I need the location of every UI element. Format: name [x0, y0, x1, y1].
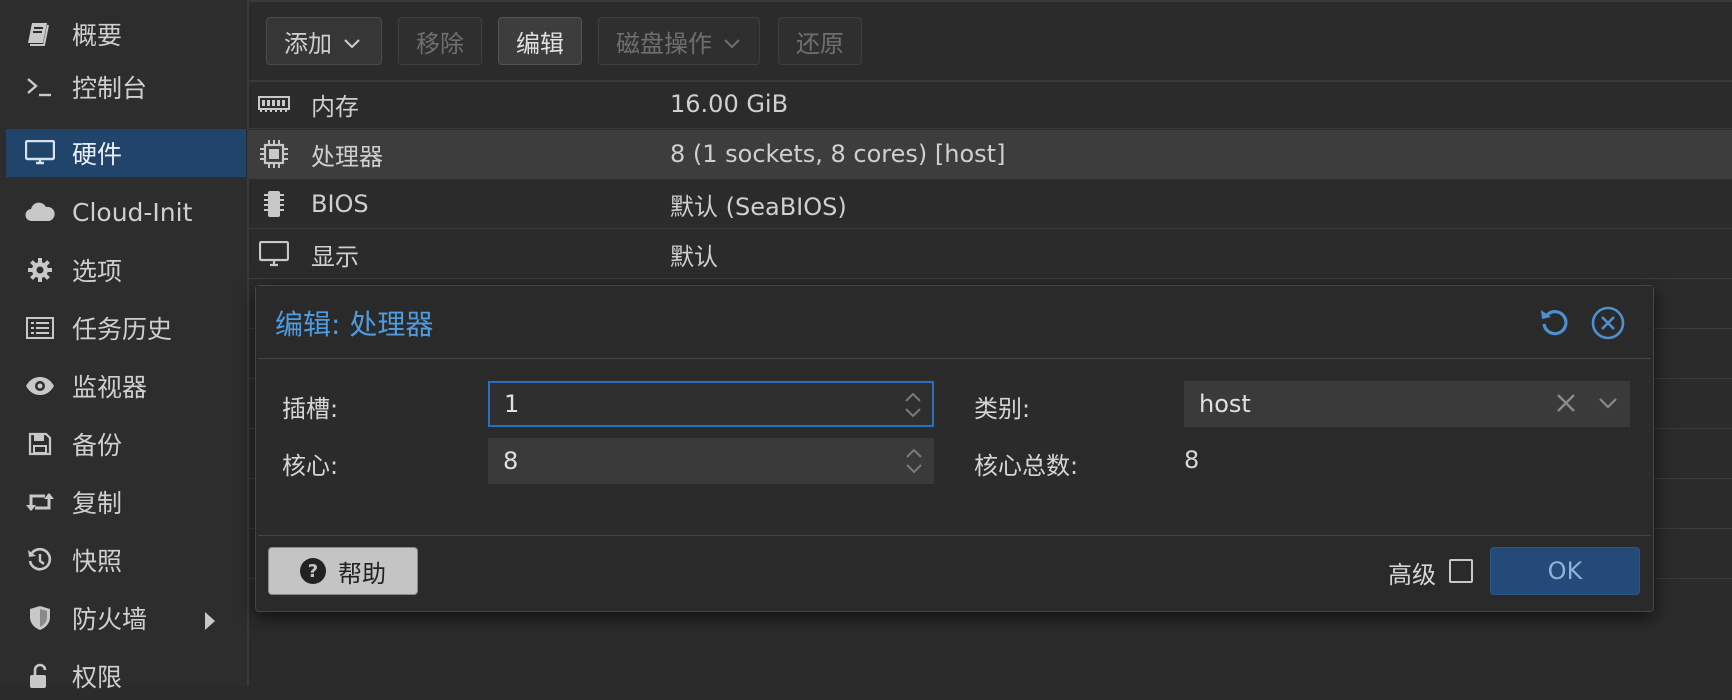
sidebar-item-firewall[interactable]: 防火墙: [6, 594, 246, 642]
revert-button[interactable]: 还原: [778, 17, 862, 65]
row-name: 显示: [311, 242, 359, 271]
row-name: BIOS: [311, 190, 369, 218]
sidebar-item-label: 选项: [72, 257, 123, 286]
dialog-footer: ? 帮助 高级 OK: [256, 535, 1653, 611]
sidebar-item-options[interactable]: 选项: [6, 246, 246, 294]
history-icon: [22, 547, 58, 573]
shield-icon: [22, 605, 58, 631]
ok-label: OK: [1547, 557, 1583, 585]
disk-action-label: 磁盘操作: [616, 29, 712, 58]
cores-input[interactable]: 8: [488, 438, 934, 484]
sidebar-item-label: 控制台: [72, 74, 148, 103]
question-icon: ?: [300, 558, 326, 584]
sidebar-item-label: 快照: [72, 547, 123, 576]
chevron-down-icon[interactable]: [1597, 392, 1619, 420]
sockets-value: 1: [504, 390, 520, 418]
table-row[interactable]: 处理器 8 (1 sockets, 8 cores) [host]: [249, 130, 1732, 179]
cpu-icon: [257, 139, 291, 169]
sidebar-item-hardware[interactable]: 硬件: [6, 129, 246, 177]
sidebar-item-label: 权限: [72, 663, 123, 692]
cpu-type-combobox[interactable]: host: [1184, 381, 1630, 427]
sidebar-item-label: 硬件: [72, 140, 123, 169]
table-row[interactable]: 内存 16.00 GiB: [249, 80, 1732, 129]
reset-icon[interactable]: [1538, 306, 1572, 340]
terminal-icon: [22, 76, 58, 98]
help-button[interactable]: ? 帮助: [268, 547, 418, 595]
advanced-label: 高级: [1388, 561, 1436, 589]
add-button[interactable]: 添加: [266, 17, 382, 65]
add-label: 添加: [284, 29, 332, 58]
total-cores-label: 核心总数:: [974, 452, 1079, 480]
caret-right-icon[interactable]: [204, 608, 216, 637]
sidebar-item-task-history[interactable]: 任务历史: [6, 304, 246, 352]
sidebar-item-console[interactable]: 控制台: [6, 63, 246, 111]
help-label: 帮助: [338, 559, 386, 588]
remove-label: 移除: [416, 29, 464, 58]
dialog-header: 编辑: 处理器: [256, 286, 1653, 358]
sidebar-item-summary[interactable]: 概要: [6, 10, 246, 58]
spinner-icon[interactable]: [902, 389, 924, 421]
sidebar-item-label: 监视器: [72, 373, 148, 402]
type-label: 类别:: [974, 395, 1031, 423]
sockets-label: 插槽:: [282, 395, 339, 423]
table-row[interactable]: 显示 默认: [249, 230, 1732, 279]
retweet-icon: [22, 490, 58, 514]
sidebar-item-cloud-init[interactable]: Cloud-Init: [6, 188, 246, 236]
sidebar-item-label: 备份: [72, 431, 123, 460]
cores-label: 核心:: [282, 452, 339, 480]
book-icon: [22, 21, 58, 47]
gear-icon: [22, 257, 58, 283]
total-cores-value: 8: [1184, 446, 1200, 474]
sockets-input[interactable]: 1: [488, 381, 934, 427]
cloud-icon: [22, 201, 58, 223]
sidebar: 概要 控制台 硬件 Cloud-Init 选项 任务历史 监视器 备份 复制 快…: [0, 0, 249, 692]
sidebar-item-label: 复制: [72, 489, 123, 518]
edit-button[interactable]: 编辑: [498, 17, 582, 65]
close-icon[interactable]: [1591, 306, 1625, 340]
toolbar: 添加 移除 编辑 磁盘操作 还原: [249, 0, 1732, 82]
chevron-down-icon: [724, 27, 740, 55]
desktop-icon: [22, 140, 58, 166]
dialog-title: 编辑: 处理器: [275, 308, 434, 341]
revert-label: 还原: [796, 29, 844, 58]
edit-processor-dialog: 编辑: 处理器 插槽: 1 核心: 8 类别: host 核心总数: 8 ? 帮…: [255, 285, 1654, 612]
table-row[interactable]: BIOS 默认 (SeaBIOS): [249, 180, 1732, 229]
sidebar-item-snapshots[interactable]: 快照: [6, 536, 246, 584]
sidebar-item-label: 概要: [72, 21, 123, 50]
sidebar-item-replication[interactable]: 复制: [6, 478, 246, 526]
remove-button[interactable]: 移除: [398, 17, 482, 65]
cores-value: 8: [503, 447, 519, 475]
chevron-down-icon: [344, 27, 360, 55]
cpu-type-value: host: [1199, 390, 1251, 418]
desktop-icon: [257, 239, 291, 269]
eye-icon: [22, 376, 58, 396]
row-value: 8 (1 sockets, 8 cores) [host]: [670, 140, 1006, 168]
memory-icon: [257, 89, 291, 119]
disk-action-button[interactable]: 磁盘操作: [598, 17, 760, 65]
row-name: 处理器: [311, 142, 383, 171]
unlock-icon: [22, 663, 58, 689]
row-name: 内存: [311, 92, 359, 121]
edit-label: 编辑: [516, 29, 564, 58]
row-value: 16.00 GiB: [670, 90, 789, 118]
sidebar-item-permissions[interactable]: 权限: [6, 652, 246, 700]
spinner-icon[interactable]: [903, 445, 925, 477]
row-value: 默认: [670, 242, 718, 271]
dialog-body: 插槽: 1 核心: 8 类别: host 核心总数: 8: [258, 358, 1651, 536]
sidebar-item-backup[interactable]: 备份: [6, 420, 246, 468]
floppy-icon: [22, 432, 58, 456]
sidebar-item-label: 防火墙: [72, 605, 148, 634]
sidebar-item-monitor[interactable]: 监视器: [6, 362, 246, 410]
ok-button[interactable]: OK: [1490, 547, 1640, 595]
sidebar-item-label: Cloud-Init: [72, 197, 193, 227]
advanced-checkbox[interactable]: [1449, 559, 1473, 583]
clear-icon[interactable]: [1555, 392, 1577, 420]
microchip-icon: [257, 189, 291, 219]
sidebar-item-label: 任务历史: [72, 315, 173, 344]
row-value: 默认 (SeaBIOS): [670, 192, 847, 221]
list-icon: [22, 317, 58, 339]
